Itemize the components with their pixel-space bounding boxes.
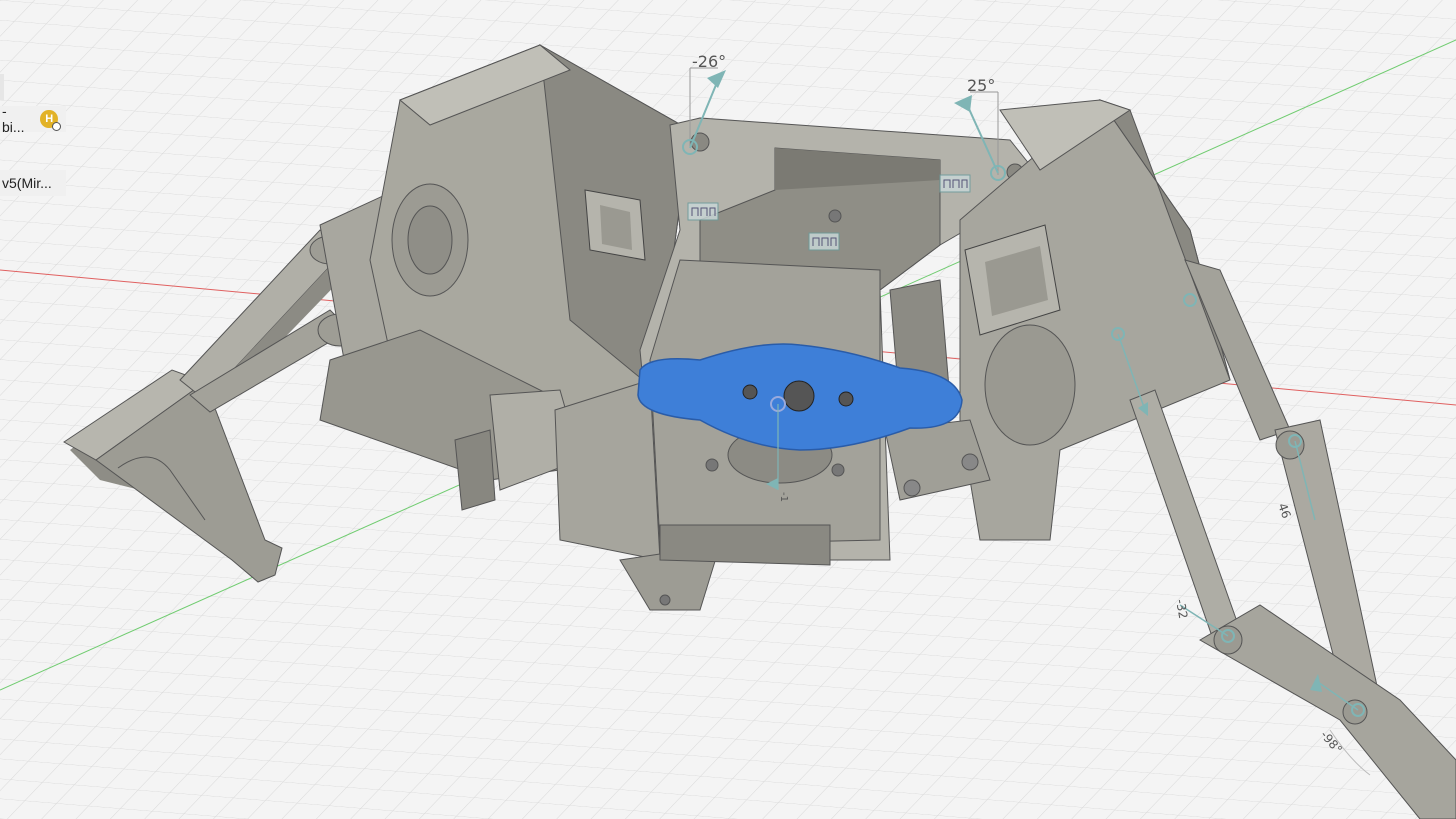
rigid-group-icon[interactable] [939, 174, 971, 193]
design-viewport[interactable]: -26° 25° 46 -32 -98° -1 [0, 0, 1456, 819]
angle-label-right-bracket[interactable]: 25° [967, 76, 995, 95]
angle-label-horn[interactable]: -1 [778, 492, 789, 502]
browser-tree-item-label: v5(Mir... [2, 175, 52, 191]
browser-tree-item-2[interactable]: v5(Mir... [0, 170, 66, 196]
user-avatar-icon[interactable]: H [40, 110, 61, 131]
browser-tree-item-label: -bi... [2, 103, 25, 135]
model-canvas[interactable]: -26° 25° 46 -32 -98° -1 [0, 0, 1456, 819]
rigid-group-icon[interactable] [687, 202, 719, 221]
angle-label-left-bracket[interactable]: -26° [692, 52, 726, 71]
browser-tree-item-1[interactable]: -bi... H [0, 103, 66, 135]
rigid-group-icon[interactable] [808, 232, 840, 251]
browser-tree-edge[interactable] [0, 74, 4, 100]
